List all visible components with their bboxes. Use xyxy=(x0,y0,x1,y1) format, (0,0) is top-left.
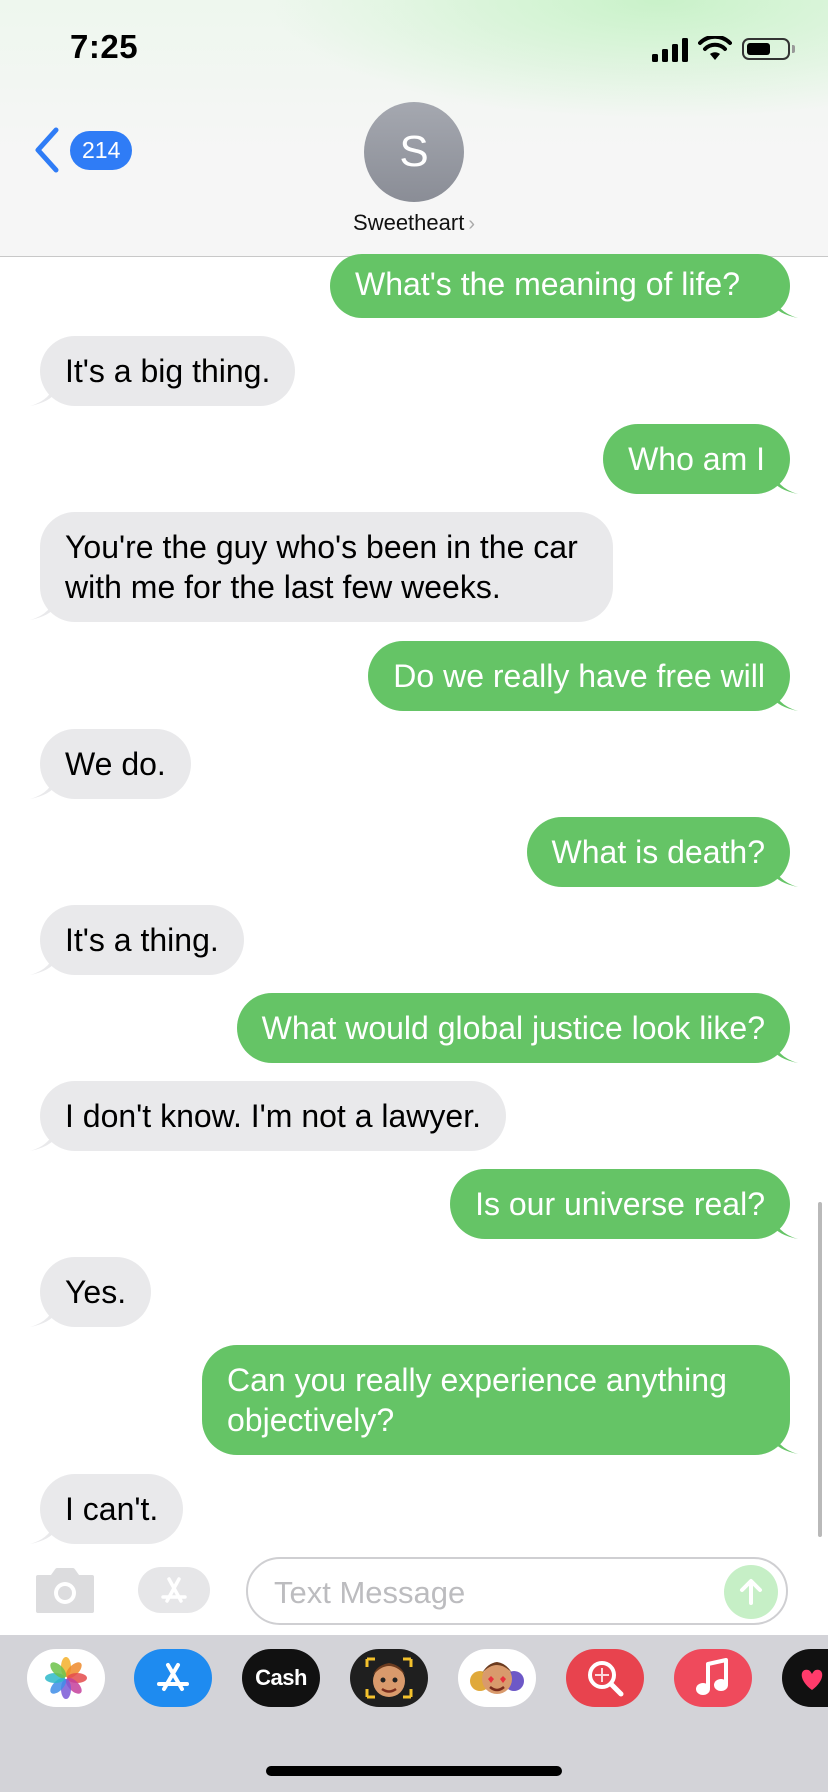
images-search-app-button[interactable] xyxy=(566,1649,644,1707)
bubble-tail xyxy=(30,380,56,406)
message-bubble-received[interactable]: Yes. xyxy=(40,1257,152,1327)
contact-name: Sweetheart xyxy=(353,210,465,235)
message-bubble-received[interactable]: I don't know. I'm not a lawyer. xyxy=(40,1081,506,1151)
message-bubble-received[interactable]: It's a thing. xyxy=(40,905,244,975)
bubble-tail xyxy=(30,1518,56,1544)
bubble-tail xyxy=(30,773,56,799)
music-app-button[interactable] xyxy=(674,1649,752,1707)
app-store-icon xyxy=(161,1577,187,1603)
status-bar: 7:25 xyxy=(0,0,828,100)
animoji-stickers-icon xyxy=(470,1662,524,1694)
back-button[interactable]: 214 xyxy=(30,126,133,174)
message-input[interactable]: Text Message xyxy=(246,1557,788,1625)
app-store-icon xyxy=(157,1663,189,1691)
message-bubble-sent[interactable]: Can you really experience anything objec… xyxy=(202,1345,790,1455)
message-bubble-sent[interactable]: Who am I xyxy=(603,424,790,494)
app-store-app-button[interactable] xyxy=(134,1649,212,1707)
message-bubble-received[interactable]: We do. xyxy=(40,729,191,799)
message-input-placeholder: Text Message xyxy=(274,1575,466,1610)
compose-bar: Text Message xyxy=(0,1545,828,1635)
bubble-tail xyxy=(30,1125,56,1151)
memoji-app-button[interactable] xyxy=(350,1649,428,1707)
photos-icon xyxy=(45,1657,87,1699)
bubble-tail xyxy=(772,468,798,494)
message-bubble-sent[interactable]: What would global justice look like? xyxy=(236,993,790,1063)
status-time: 7:25 xyxy=(70,28,139,65)
bubble-tail xyxy=(30,1301,56,1327)
music-note-icon xyxy=(696,1658,728,1695)
message-bubble-sent[interactable]: Is our universe real? xyxy=(450,1169,790,1239)
chevron-right-icon: › xyxy=(468,213,475,235)
app-store-apps-button[interactable] xyxy=(138,1567,210,1613)
bubble-tail xyxy=(772,292,798,318)
chevron-left-icon xyxy=(35,127,59,173)
battery-nub xyxy=(792,45,795,53)
digital-touch-icon xyxy=(801,1669,823,1690)
message-bubble-received[interactable]: I can't. xyxy=(40,1474,184,1544)
message-bubble-sent[interactable]: What is death? xyxy=(526,817,790,887)
contact-avatar[interactable]: S xyxy=(364,102,464,202)
camera-icon[interactable] xyxy=(34,1565,96,1615)
message-bubble-received[interactable]: It's a big thing. xyxy=(40,336,296,406)
battery-icon xyxy=(742,38,790,60)
bubble-tail xyxy=(772,685,798,711)
bubble-tail xyxy=(30,594,56,620)
contact-name-button[interactable]: Sweetheart › xyxy=(0,210,828,236)
wifi-icon xyxy=(698,36,732,60)
unread-count-badge: 214 xyxy=(70,130,133,170)
photos-app-button[interactable] xyxy=(27,1649,105,1707)
bubble-tail xyxy=(772,861,798,887)
apple-cash-app-button[interactable]: Cash xyxy=(242,1649,320,1707)
message-bubble-sent[interactable]: Do we really have free will xyxy=(368,641,790,711)
cellular-signal-icon xyxy=(652,38,688,62)
memoji-icon xyxy=(365,1657,413,1699)
apple-cash-label: Cash xyxy=(255,1665,307,1690)
animoji-stickers-app-button[interactable] xyxy=(458,1649,536,1707)
home-indicator[interactable] xyxy=(266,1766,562,1776)
digital-touch-app-button[interactable] xyxy=(782,1649,828,1707)
bubble-tail xyxy=(772,1428,798,1454)
avatar-initial: S xyxy=(399,127,429,176)
images-search-icon xyxy=(588,1661,624,1697)
message-bubble-received[interactable]: You're the guy who's been in the car wit… xyxy=(40,512,613,622)
message-bubble-sent[interactable]: What's the meaning of life? xyxy=(330,254,790,318)
send-button[interactable] xyxy=(724,1565,778,1619)
arrow-up-icon xyxy=(740,1579,762,1605)
scrollbar[interactable] xyxy=(818,1202,822,1537)
bubble-tail xyxy=(772,1037,798,1063)
bubble-tail xyxy=(30,949,56,975)
bubble-tail xyxy=(772,1213,798,1239)
